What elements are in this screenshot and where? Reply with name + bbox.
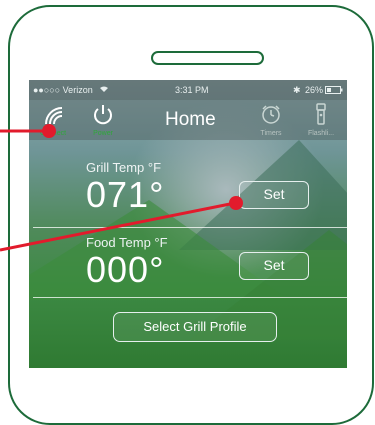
status-time: 3:31 PM <box>175 85 209 95</box>
battery-percent: 26% <box>305 85 324 95</box>
food-temp-value: 000° <box>86 249 165 290</box>
page-title: Home <box>165 109 216 130</box>
alarm-clock-icon <box>262 105 280 124</box>
food-set-button[interactable]: Set <box>239 252 309 280</box>
carrier-text: ●●○○○ Verizon <box>33 85 93 95</box>
timers-button[interactable]: Timers <box>251 100 291 140</box>
connect-label: Connect <box>39 130 67 137</box>
status-bar: ●●○○○ Verizon 3:31 PM ✱ 26% <box>29 80 347 100</box>
grill-temp-label: Grill Temp °F <box>86 160 162 175</box>
timers-label: Timers <box>260 130 282 137</box>
food-temp-label: Food Temp °F <box>86 235 168 250</box>
divider <box>33 297 347 298</box>
power-button[interactable]: Power <box>83 100 123 140</box>
power-icon <box>94 105 112 125</box>
flashlight-icon <box>316 103 326 125</box>
nav-bar: Connect Power Home Timers Flashli... <box>29 100 347 140</box>
select-grill-profile-button[interactable]: Select Grill Profile <box>113 312 277 342</box>
bluetooth-icon: ✱ <box>293 85 301 95</box>
grill-temp-value: 071° <box>86 174 165 215</box>
signal-icon <box>45 107 63 125</box>
speaker-slot <box>151 51 264 65</box>
battery-icon <box>325 86 343 96</box>
connect-button[interactable]: Connect <box>33 100 73 140</box>
app-screen: ●●○○○ Verizon 3:31 PM ✱ 26% Connect Powe… <box>29 80 347 368</box>
divider <box>33 227 347 228</box>
power-label: Power <box>93 130 113 137</box>
flashlight-button[interactable]: Flashli... <box>301 100 341 140</box>
wifi-icon <box>99 85 109 95</box>
grill-set-button[interactable]: Set <box>239 181 309 209</box>
flashlight-label: Flashli... <box>307 130 335 137</box>
